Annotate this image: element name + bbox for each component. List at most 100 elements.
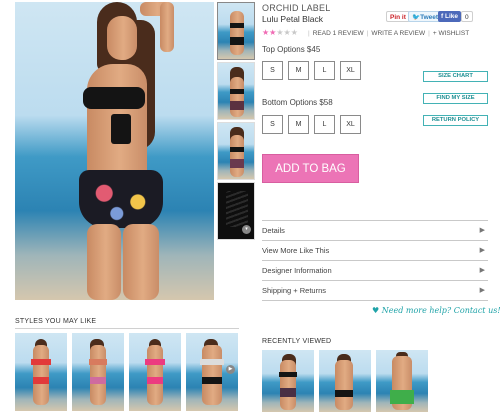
like-label: Like: [444, 13, 458, 20]
accordion-divider: [262, 300, 488, 301]
thumbnail-3[interactable]: [217, 122, 255, 180]
mini-bottom: [202, 377, 222, 384]
recent-item-2[interactable]: [319, 350, 371, 412]
photo-bikini-tie: [111, 114, 131, 144]
style-item-1[interactable]: [15, 333, 67, 411]
mini-bottom: [335, 390, 353, 397]
thumb-top: [230, 147, 244, 152]
star-icon: ★: [276, 28, 284, 37]
photo-floral-bottom: [79, 170, 163, 228]
product-name: Lulu Petal Black: [262, 14, 323, 24]
photo-forearm: [160, 2, 174, 52]
top-size-xl[interactable]: XL: [340, 61, 361, 80]
wishlist-link[interactable]: + WISHLIST: [433, 30, 469, 37]
mini-bottom: [147, 377, 163, 384]
style-item-2[interactable]: [72, 333, 124, 411]
tweet-label: Tweet: [420, 14, 439, 21]
accordion-shipping[interactable]: Shipping + Returns ▶: [262, 280, 488, 300]
style-item-3[interactable]: [129, 333, 181, 411]
mini-shorts: [390, 390, 414, 404]
thumb-fabric: [226, 191, 248, 227]
rating-stars: ★★★★★: [262, 28, 298, 37]
thumb-top: [230, 23, 244, 28]
recent-item-3[interactable]: [376, 350, 428, 412]
thumb-bottom: [230, 101, 244, 110]
separator: |: [308, 30, 310, 37]
facebook-like-button[interactable]: f Like: [438, 11, 461, 22]
contact-help-link[interactable]: ♥ Need more help? Contact us!: [372, 306, 500, 315]
accordion-view-more[interactable]: View More Like This ▶: [262, 240, 488, 260]
separator: |: [428, 30, 430, 37]
bottom-size-s[interactable]: S: [262, 115, 283, 134]
thumbnail-2[interactable]: [217, 62, 255, 120]
arrow-right-icon: ▶: [479, 287, 485, 294]
mini-figure: [202, 345, 222, 405]
mini-bottom: [90, 377, 106, 384]
top-size-m[interactable]: M: [288, 61, 309, 80]
thumb-figure: [230, 135, 244, 177]
write-review-link[interactable]: WRITE A REVIEW: [371, 30, 425, 37]
product-brand[interactable]: ORCHID LABEL: [262, 3, 330, 13]
bottom-size-xl[interactable]: XL: [340, 115, 361, 134]
thumb-top: [230, 89, 244, 94]
accordion-label: Details: [262, 226, 285, 235]
read-review-link[interactable]: READ 1 REVIEW: [313, 30, 364, 37]
top-size-s[interactable]: S: [262, 61, 283, 80]
main-product-photo[interactable]: [15, 2, 214, 300]
mini-top: [145, 359, 165, 365]
mini-figure: [280, 360, 296, 410]
tweet-button[interactable]: 🐦Tweet: [408, 11, 443, 22]
accordion-label: Shipping + Returns: [262, 286, 326, 295]
mini-figure: [90, 345, 106, 405]
bottom-options-label: Bottom Options $58: [262, 98, 333, 107]
mini-figure: [33, 345, 49, 405]
like-count: 0: [461, 11, 473, 22]
photo-bikini-top: [83, 87, 145, 109]
accordion-details[interactable]: Details ▶: [262, 220, 488, 240]
mini-top: [200, 359, 224, 365]
mini-figure: [147, 345, 163, 405]
top-size-l[interactable]: L: [314, 61, 335, 80]
heart-icon: ♥: [372, 306, 380, 315]
mini-figure: [335, 360, 353, 410]
photo-leg-left: [87, 224, 121, 300]
thumbnail-1[interactable]: [217, 2, 255, 60]
arrow-right-icon: ▶: [479, 247, 485, 254]
styles-divider: [15, 328, 239, 329]
separator: |: [366, 30, 369, 37]
thumb-figure: [230, 77, 244, 117]
help-text: Need more help? Contact us!: [381, 306, 500, 315]
pinterest-button[interactable]: Pin it: [386, 11, 410, 22]
mini-bottom: [33, 377, 49, 384]
mini-top: [89, 359, 107, 365]
accordion-label: Designer Information: [262, 266, 332, 275]
review-links: | READ 1 REVIEW | WRITE A REVIEW | + WISHLIST: [305, 30, 469, 37]
twitter-icon: 🐦: [412, 14, 421, 21]
thumb-bottom: [230, 37, 244, 45]
bottom-size-l[interactable]: L: [314, 115, 335, 134]
add-to-bag-button[interactable]: ADD TO BAG: [262, 154, 359, 183]
return-policy-button[interactable]: RETURN POLICY: [423, 115, 488, 126]
recent-item-1[interactable]: [262, 350, 314, 412]
accordion-designer-info[interactable]: Designer Information ▶: [262, 260, 488, 280]
mini-top: [279, 372, 297, 377]
accordion-label: View More Like This: [262, 246, 330, 255]
thumb-figure: [230, 11, 244, 55]
styles-section-title: STYLES YOU MAY LIKE: [15, 318, 97, 325]
size-chart-button[interactable]: SIZE CHART: [423, 71, 488, 82]
carousel-next-icon[interactable]: ▶: [226, 365, 235, 374]
star-icon: ★: [290, 28, 298, 37]
bottom-size-m[interactable]: M: [288, 115, 309, 134]
recently-viewed-title: RECENTLY VIEWED: [262, 338, 332, 345]
arrow-right-icon: ▶: [479, 267, 485, 274]
mini-top: [31, 359, 51, 365]
mini-bottom: [280, 388, 296, 397]
style-item-4[interactable]: ▶: [186, 333, 238, 411]
thumb-play-icon[interactable]: ▾: [242, 225, 251, 234]
thumb-bottom: [230, 159, 244, 168]
thumbnail-4[interactable]: ▾: [217, 182, 255, 240]
find-my-size-button[interactable]: FIND MY SIZE: [423, 93, 488, 104]
arrow-right-icon: ▶: [479, 227, 485, 234]
top-options-label: Top Options $45: [262, 45, 321, 54]
photo-face: [107, 16, 137, 60]
